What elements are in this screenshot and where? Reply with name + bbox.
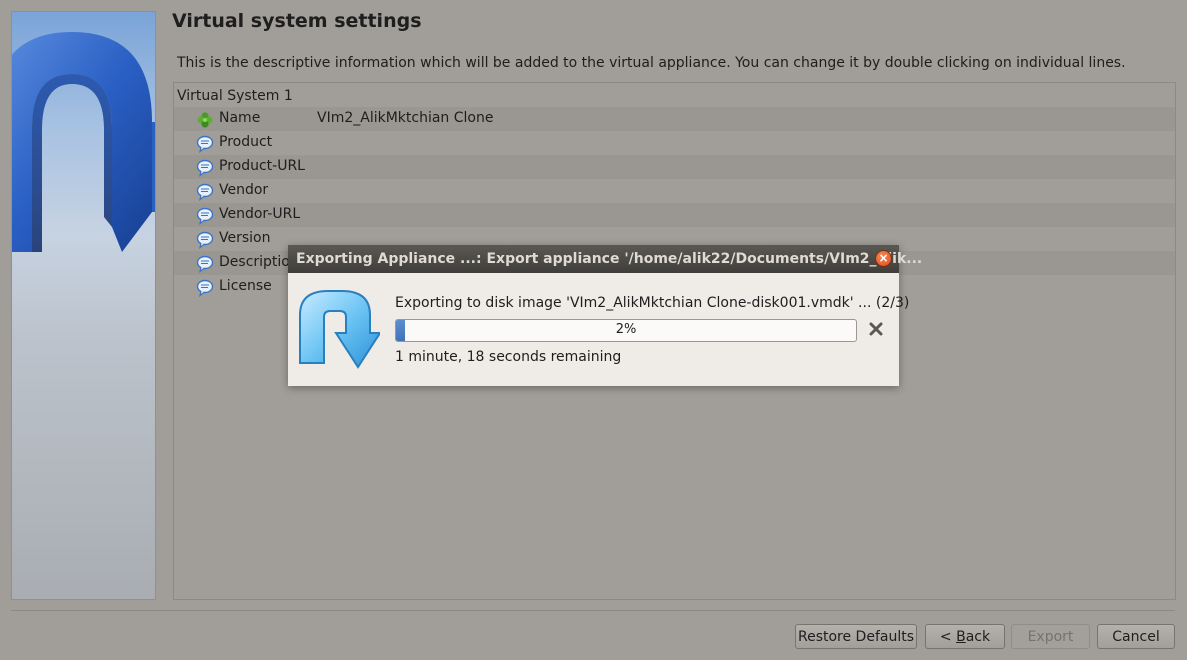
tree-row-name[interactable]: Name VIm2_AlikMktchian Clone (174, 107, 1175, 131)
speech-bubble-icon (196, 183, 214, 201)
wizard-banner-image (11, 11, 156, 600)
speech-bubble-icon (196, 279, 214, 297)
tree-row-key: Product-URL (219, 158, 305, 174)
speech-bubble-icon (196, 255, 214, 273)
restore-defaults-label: Restore Defaults (797, 628, 915, 645)
time-remaining: 1 minute, 18 seconds remaining (395, 349, 622, 365)
export-arrow-icon (299, 290, 380, 369)
dialog-body: Exporting to disk image 'VIm2_AlikMktchi… (288, 273, 909, 386)
page-description: This is the descriptive information whic… (177, 55, 1126, 71)
export-appliance-wizard: Virtual system settings This is the desc… (0, 0, 1187, 660)
back-button[interactable]: < Back (925, 624, 1005, 649)
tree-root-virtual-system[interactable]: Virtual System 1 (177, 88, 293, 104)
dialog-title-bar[interactable]: Exporting Appliance ...: Export applianc… (288, 245, 922, 273)
tree-row-key: Vendor (219, 182, 269, 198)
tree-row-key: Product (219, 134, 273, 150)
progress-label: 2% (615, 322, 637, 337)
tree-row-key: License (219, 278, 272, 294)
tree-row-key: Description (219, 254, 299, 270)
speech-bubble-icon (196, 231, 214, 249)
tree-row-key: Version (219, 230, 271, 246)
tree-row-product[interactable]: Product (174, 131, 1175, 155)
export-status-message: Exporting to disk image 'VIm2_AlikMktchi… (395, 295, 910, 311)
restore-defaults-button[interactable]: Restore Defaults (795, 624, 917, 649)
back-button-label: < Back (939, 628, 991, 645)
footer-divider (11, 610, 1175, 611)
speech-bubble-icon (196, 135, 214, 153)
export-button-label: Export (1027, 628, 1074, 645)
tree-row-key: Name (219, 110, 261, 126)
tree-row-vendor-url[interactable]: Vendor-URL (174, 203, 1175, 227)
export-progress-dialog: Exporting Appliance ...: Export applianc… (288, 245, 922, 386)
export-progress-bar: 2% (395, 319, 857, 342)
cancel-button[interactable]: Cancel (1097, 624, 1175, 649)
speech-bubble-icon (196, 159, 214, 177)
tree-row-vendor[interactable]: Vendor (174, 179, 1175, 203)
tree-row-value[interactable]: VIm2_AlikMktchian Clone (317, 110, 493, 126)
close-icon: × (878, 251, 889, 265)
cancel-button-label: Cancel (1112, 628, 1160, 645)
dialog-close-button[interactable]: × (875, 250, 892, 267)
tree-row-product-url[interactable]: Product-URL (174, 155, 1175, 179)
speech-bubble-icon (196, 207, 214, 225)
page-title: Virtual system settings (172, 10, 422, 32)
export-button[interactable]: Export (1011, 624, 1090, 649)
tree-row-key: Vendor-URL (219, 206, 301, 222)
cancel-operation-icon[interactable] (868, 321, 884, 337)
dialog-title: Exporting Appliance ...: Export applianc… (296, 251, 923, 267)
name-clover-icon (197, 112, 213, 128)
